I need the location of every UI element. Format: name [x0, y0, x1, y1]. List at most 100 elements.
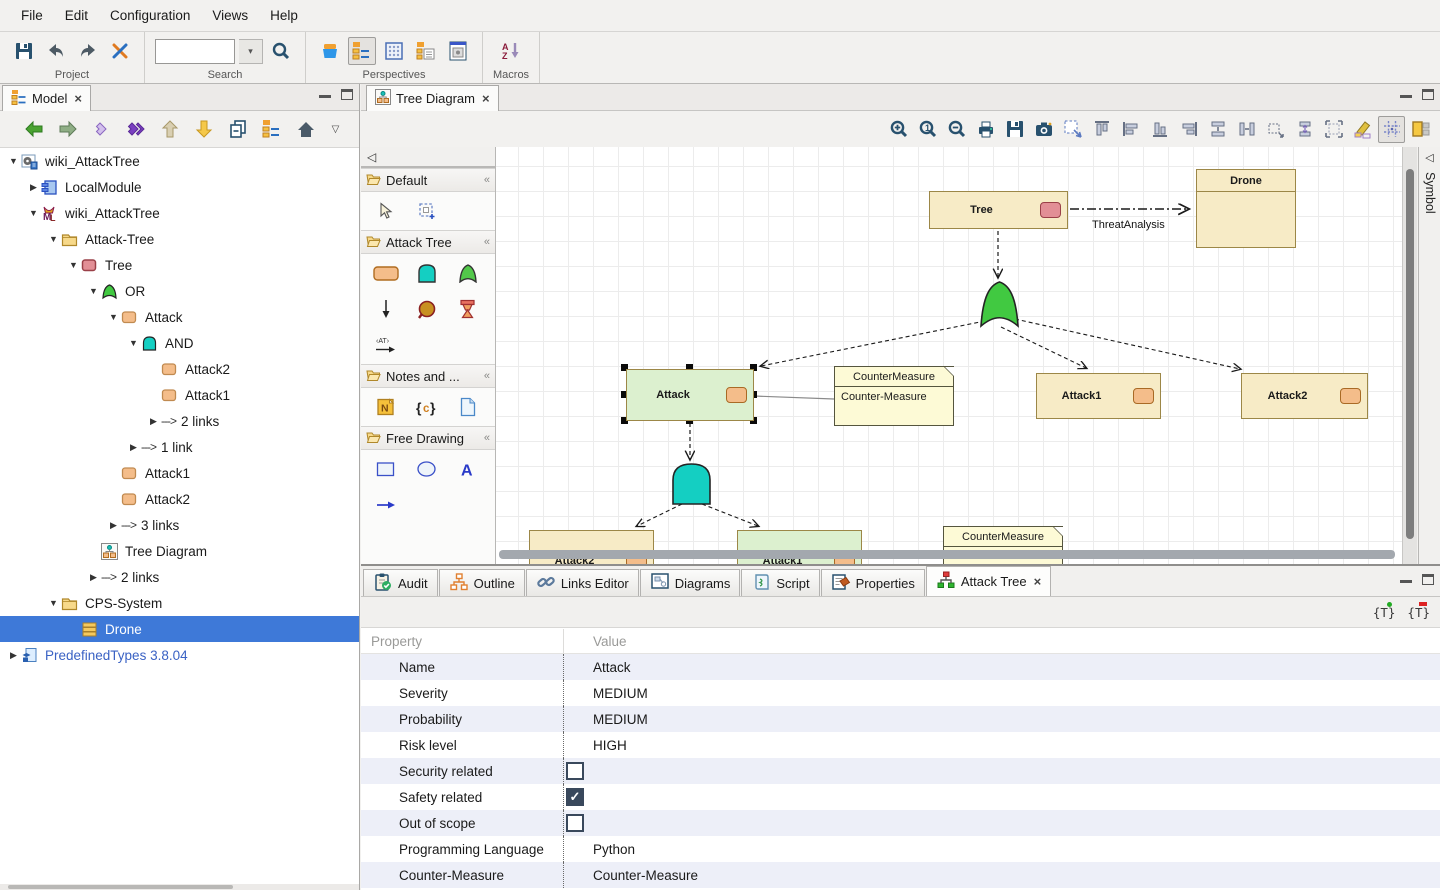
- tree-root-node[interactable]: Tree: [929, 191, 1068, 229]
- cursor-tool[interactable]: [365, 198, 406, 224]
- collapse-arrow-icon[interactable]: ▼: [106, 312, 121, 322]
- property-row-severity[interactable]: SeverityMEDIUM: [361, 680, 1440, 706]
- attack-node-tool[interactable]: [365, 260, 406, 286]
- tree-item-wiki-attacktree[interactable]: ▼MLwiki_AttackTree: [0, 200, 359, 226]
- property-row-programming-language[interactable]: Programming LanguagePython: [361, 836, 1440, 862]
- tree-item-attack-tree[interactable]: ▼Attack-Tree: [0, 226, 359, 252]
- tree-item-tree-diagram[interactable]: Tree Diagram: [0, 538, 359, 564]
- minimize-icon[interactable]: [1400, 574, 1412, 583]
- zoom-in-icon[interactable]: [885, 116, 912, 143]
- collapse-arrow-icon[interactable]: ▼: [26, 208, 41, 218]
- tree-item-attack2[interactable]: Attack2: [0, 486, 359, 512]
- minimize-icon[interactable]: [319, 89, 331, 98]
- tree-item-localmodule[interactable]: ▶LocalModule: [0, 174, 359, 200]
- expand-arrow-icon[interactable]: ▶: [126, 442, 141, 453]
- redo-icon[interactable]: [74, 37, 102, 65]
- sort-az-icon[interactable]: AZ: [497, 37, 525, 65]
- undo-icon[interactable]: [42, 37, 70, 65]
- property-row-risk-level[interactable]: Risk levelHIGH: [361, 732, 1440, 758]
- screenshot-icon[interactable]: [1030, 116, 1057, 143]
- fit-canvas-icon[interactable]: [1320, 116, 1347, 143]
- zoom-out-icon[interactable]: [943, 116, 970, 143]
- section-collapse-icon[interactable]: «: [484, 174, 490, 186]
- bucket-icon[interactable]: [316, 37, 344, 65]
- remove-attribute-button[interactable]: {T}: [1407, 605, 1430, 620]
- close-icon[interactable]: ×: [74, 91, 82, 106]
- expand-symbol-icon[interactable]: ◁: [1419, 151, 1440, 164]
- palette-collapse-button[interactable]: ◁: [361, 147, 495, 168]
- grid-perspective-icon[interactable]: [380, 37, 408, 65]
- capture-region-icon[interactable]: [1059, 116, 1086, 143]
- palette-section-default[interactable]: Default«: [361, 168, 495, 192]
- section-collapse-icon[interactable]: «: [484, 432, 490, 444]
- checkbox-unchecked[interactable]: [566, 762, 584, 780]
- menu-edit[interactable]: Edit: [54, 0, 99, 31]
- format-paint-icon[interactable]: [1349, 116, 1376, 143]
- property-row-security-related[interactable]: Security related: [361, 758, 1440, 784]
- expand-arrow-icon[interactable]: ▶: [6, 650, 21, 661]
- canvas-vscrollbar[interactable]: [1402, 147, 1417, 564]
- rect-tool[interactable]: [365, 456, 406, 482]
- expand-arrow-icon[interactable]: ▶: [106, 520, 121, 531]
- tree-item-attack2[interactable]: Attack2: [0, 356, 359, 382]
- palette-section-attack-tree[interactable]: Attack Tree«: [361, 230, 495, 254]
- maximize-icon[interactable]: [1422, 574, 1434, 585]
- at-link-tool[interactable]: ‹AT›: [365, 332, 406, 358]
- document-tool[interactable]: [447, 394, 488, 420]
- tree-item-attack1[interactable]: Attack1: [0, 460, 359, 486]
- collapse-arrow-icon[interactable]: ▼: [66, 260, 81, 270]
- collapse-arrow-icon[interactable]: ▼: [126, 338, 141, 348]
- tab-diagrams[interactable]: Diagrams: [640, 569, 741, 596]
- close-icon[interactable]: ×: [482, 91, 490, 106]
- free-arrow-tool[interactable]: [365, 492, 406, 518]
- tree-item-3-links[interactable]: ▶--->3 links: [0, 512, 359, 538]
- property-row-safety-related[interactable]: Safety related✓: [361, 784, 1440, 810]
- add-attribute-button[interactable]: {T}: [1373, 605, 1396, 620]
- align-right-icon[interactable]: [1175, 116, 1202, 143]
- or-gate-tool[interactable]: [447, 260, 488, 286]
- menu-views[interactable]: Views: [201, 0, 259, 31]
- expand-arrow-icon[interactable]: ▶: [86, 572, 101, 583]
- expand-arrow-icon[interactable]: ▶: [26, 182, 41, 193]
- window-perspective-icon[interactable]: [444, 37, 472, 65]
- section-collapse-icon[interactable]: «: [484, 370, 490, 382]
- expand-arrow-icon[interactable]: ▶: [146, 416, 161, 427]
- text-tool[interactable]: A: [447, 456, 488, 482]
- align-top-icon[interactable]: [1088, 116, 1115, 143]
- ellipse-tool[interactable]: [406, 456, 447, 482]
- distribute-horizontal-icon[interactable]: [1233, 116, 1260, 143]
- checkbox-unchecked[interactable]: [566, 814, 584, 832]
- minimize-icon[interactable]: [1400, 89, 1412, 98]
- close-icon[interactable]: ×: [1034, 574, 1042, 589]
- attack1-node[interactable]: Attack1: [1036, 373, 1161, 419]
- palette-section-free-drawing[interactable]: Free Drawing«: [361, 426, 495, 450]
- align-left-icon[interactable]: [1117, 116, 1144, 143]
- note-tool[interactable]: N: [365, 394, 406, 420]
- property-row-counter-measure[interactable]: Counter-MeasureCounter-Measure: [361, 862, 1440, 888]
- tree-item-2-links[interactable]: ▶--->2 links: [0, 408, 359, 434]
- tab-properties[interactable]: Properties: [821, 569, 925, 596]
- collapse-arrow-icon[interactable]: ▼: [46, 598, 61, 608]
- attack-node[interactable]: Attack: [626, 369, 754, 421]
- palette-section-notes-and-[interactable]: Notes and ...«: [361, 364, 495, 388]
- spacing-icon[interactable]: [1291, 116, 1318, 143]
- tab-script[interactable]: Script: [741, 569, 819, 596]
- tree-item-drone[interactable]: Drone: [0, 616, 359, 642]
- tree-item-wiki-attacktree[interactable]: ▼wiki_AttackTree: [0, 148, 359, 174]
- tree-item-or[interactable]: ▼OR: [0, 278, 359, 304]
- model-perspective-icon[interactable]: [348, 37, 376, 65]
- distribute-vertical-icon[interactable]: [1204, 116, 1231, 143]
- tree-view-icon[interactable]: [258, 115, 286, 143]
- tree-item-attack[interactable]: ▼Attack: [0, 304, 359, 330]
- align-bottom-icon[interactable]: [1146, 116, 1173, 143]
- tools-icon[interactable]: [106, 37, 134, 65]
- tree-list-icon[interactable]: [412, 37, 440, 65]
- checkbox-checked[interactable]: ✓: [566, 788, 584, 806]
- collapse-arrow-icon[interactable]: ▼: [86, 286, 101, 296]
- nav-back-icon[interactable]: [20, 115, 48, 143]
- section-collapse-icon[interactable]: «: [484, 236, 490, 248]
- collapse-arrow-icon[interactable]: ▼: [46, 234, 61, 244]
- maximize-icon[interactable]: [1422, 89, 1434, 100]
- search-input[interactable]: [155, 39, 235, 64]
- zoom-original-icon[interactable]: 1: [914, 116, 941, 143]
